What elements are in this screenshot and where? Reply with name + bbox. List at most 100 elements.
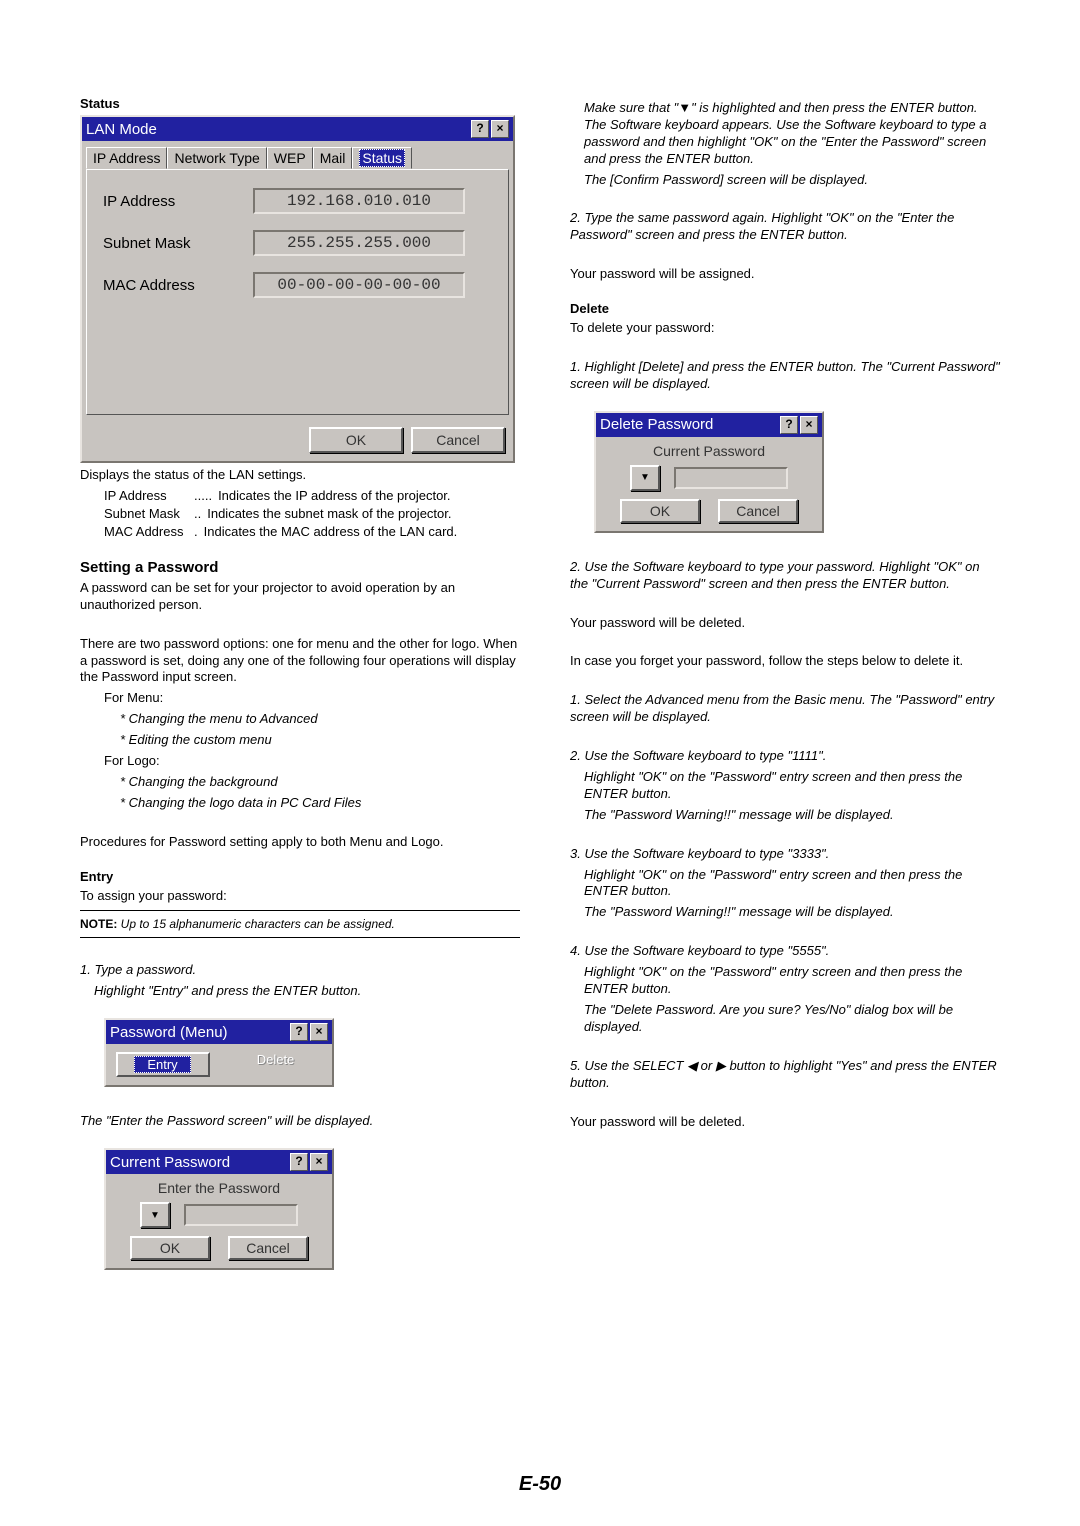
close-icon[interactable]: × (491, 120, 509, 138)
subnet-mask-value: 255.255.255.000 (253, 230, 465, 256)
help-icon[interactable]: ? (290, 1023, 308, 1041)
keyboard-dropdown-button[interactable]: ▼ (140, 1202, 170, 1228)
tab-mail[interactable]: Mail (313, 147, 353, 169)
def-ip-term: IP Address (104, 488, 194, 503)
menu-item-1: * Changing the menu to Advanced (120, 711, 520, 728)
note-rule-top (80, 910, 520, 911)
delete-button-disabled: Delete (257, 1052, 295, 1067)
mac-address-label: MAC Address (103, 277, 253, 294)
password-input[interactable] (674, 467, 788, 489)
current-password-dialog: Current Password ? × Enter the Password … (104, 1148, 334, 1270)
delete-step-2: 2. Use the Software keyboard to type you… (570, 559, 1000, 593)
def-subnet-dots: .. (194, 506, 201, 521)
rcol-p1b: The [Confirm Password] screen will be di… (584, 172, 1000, 189)
keyboard-dropdown-button[interactable]: ▼ (630, 465, 660, 491)
cancel-button[interactable]: Cancel (411, 427, 505, 453)
for-logo-label: For Logo: (104, 753, 520, 770)
cancel-button[interactable]: Cancel (718, 499, 798, 523)
subnet-mask-label: Subnet Mask (103, 235, 253, 252)
help-icon[interactable]: ? (471, 120, 489, 138)
lan-mode-dialog: LAN Mode ? × IP Address Network Type WEP… (80, 115, 515, 463)
lan-mode-titlebar: LAN Mode ? × (82, 117, 513, 141)
entry-heading: Entry (80, 869, 520, 884)
forgot-line: In case you forget your password, follow… (570, 653, 1000, 670)
logo-item-1: * Changing the background (120, 774, 520, 791)
status-heading: Status (80, 96, 520, 111)
enter-password-caption: The "Enter the Password screen" will be … (80, 1113, 520, 1130)
def-ip-dots: ..... (194, 488, 212, 503)
note-text: NOTE: Up to 15 alphanumeric characters c… (80, 917, 520, 931)
close-icon[interactable]: × (310, 1023, 328, 1041)
forgot-step-2c: The "Password Warning!!" message will be… (584, 807, 1000, 824)
entry-step-1b: Highlight "Entry" and press the ENTER bu… (94, 983, 520, 1000)
forgot-step-3a: 3. Use the Software keyboard to type "33… (570, 846, 1000, 863)
forgot-step-4c: The "Delete Password. Are you sure? Yes/… (584, 1002, 1000, 1036)
logo-item-2: * Changing the logo data in PC Card File… (120, 795, 520, 812)
password-input[interactable] (184, 1204, 298, 1226)
lan-status-tab-panel: IP Address 192.168.010.010 Subnet Mask 2… (86, 169, 509, 415)
tab-ip-address[interactable]: IP Address (86, 147, 167, 169)
setting-password-p2: There are two password options: one for … (80, 636, 520, 687)
def-mac-desc: Indicates the MAC address of the LAN car… (204, 524, 458, 539)
tab-status-label: Status (359, 149, 405, 167)
tab-wep[interactable]: WEP (267, 147, 313, 169)
tab-network-type[interactable]: Network Type (167, 147, 266, 169)
mac-address-value: 00-00-00-00-00-00 (253, 272, 465, 298)
def-mac-dots: . (194, 524, 198, 539)
status-description: Displays the status of the LAN settings. (80, 467, 520, 484)
ok-button[interactable]: OK (130, 1236, 210, 1260)
lan-mode-tabs: IP Address Network Type WEP Mail Status (86, 147, 513, 169)
ip-address-value: 192.168.010.010 (253, 188, 465, 214)
current-password-titlebar: Current Password ? × (106, 1150, 332, 1174)
ok-button[interactable]: OK (620, 499, 700, 523)
forgot-step-2b: Highlight "OK" on the "Password" entry s… (584, 769, 1000, 803)
forgot-step-1: 1. Select the Advanced menu from the Bas… (570, 692, 1000, 726)
delete-password-dialog: Delete Password ? × Current Password ▼ O… (594, 411, 824, 533)
chevron-down-icon: ▼ (150, 1210, 160, 1221)
forgot-step-3c: The "Password Warning!!" message will be… (584, 904, 1000, 921)
delete-line: To delete your password: (570, 320, 1000, 337)
menu-item-2: * Editing the custom menu (120, 732, 520, 749)
entry-line: To assign your password: (80, 888, 520, 905)
password-deleted: Your password will be deleted. (570, 615, 1000, 632)
rcol-p1: Make sure that "▼" is highlighted and th… (584, 100, 1000, 168)
note-rule-bottom (80, 937, 520, 938)
page-number: E-50 (0, 1473, 1080, 1496)
password-menu-title: Password (Menu) (110, 1024, 228, 1041)
delete-heading: Delete (570, 301, 1000, 316)
forgot-step-2a: 2. Use the Software keyboard to type "11… (570, 748, 1000, 765)
rcol-assigned: Your password will be assigned. (570, 266, 1000, 283)
entry-step-1a: 1. Type a password. (80, 962, 520, 979)
delete-password-titlebar: Delete Password ? × (596, 413, 822, 437)
forgot-step-3b: Highlight "OK" on the "Password" entry s… (584, 867, 1000, 901)
forgot-step-5: 5. Use the SELECT ◀ or ▶ button to highl… (570, 1058, 1000, 1092)
for-menu-label: For Menu: (104, 690, 520, 707)
delete-password-title: Delete Password (600, 416, 713, 433)
def-mac-term: MAC Address (104, 524, 194, 539)
forgot-step-4b: Highlight "OK" on the "Password" entry s… (584, 964, 1000, 998)
enter-password-label: Enter the Password (114, 1180, 324, 1196)
entry-button[interactable]: Entry (116, 1052, 210, 1077)
chevron-down-icon: ▼ (640, 472, 650, 483)
def-subnet-desc: Indicates the subnet mask of the project… (207, 506, 451, 521)
password-menu-titlebar: Password (Menu) ? × (106, 1020, 332, 1044)
forgot-step-4a: 4. Use the Software keyboard to type "55… (570, 943, 1000, 960)
delete-step-1: 1. Highlight [Delete] and press the ENTE… (570, 359, 1000, 393)
close-icon[interactable]: × (800, 416, 818, 434)
entry-button-label: Entry (134, 1056, 190, 1073)
help-icon[interactable]: ? (290, 1153, 308, 1171)
current-password-title: Current Password (110, 1154, 230, 1171)
procedures-line: Procedures for Password setting apply to… (80, 834, 520, 851)
cancel-button[interactable]: Cancel (228, 1236, 308, 1260)
def-subnet-term: Subnet Mask (104, 506, 194, 521)
ok-button[interactable]: OK (309, 427, 403, 453)
help-icon[interactable]: ? (780, 416, 798, 434)
tab-status[interactable]: Status (352, 147, 412, 169)
password-deleted-final: Your password will be deleted. (570, 1114, 1000, 1131)
password-menu-dialog: Password (Menu) ? × Entry Delete (104, 1018, 334, 1087)
status-definitions: IP Address..... Indicates the IP address … (80, 488, 520, 539)
lan-mode-title: LAN Mode (86, 121, 157, 138)
def-ip-desc: Indicates the IP address of the projecto… (218, 488, 450, 503)
setting-password-heading: Setting a Password (80, 559, 520, 576)
close-icon[interactable]: × (310, 1153, 328, 1171)
